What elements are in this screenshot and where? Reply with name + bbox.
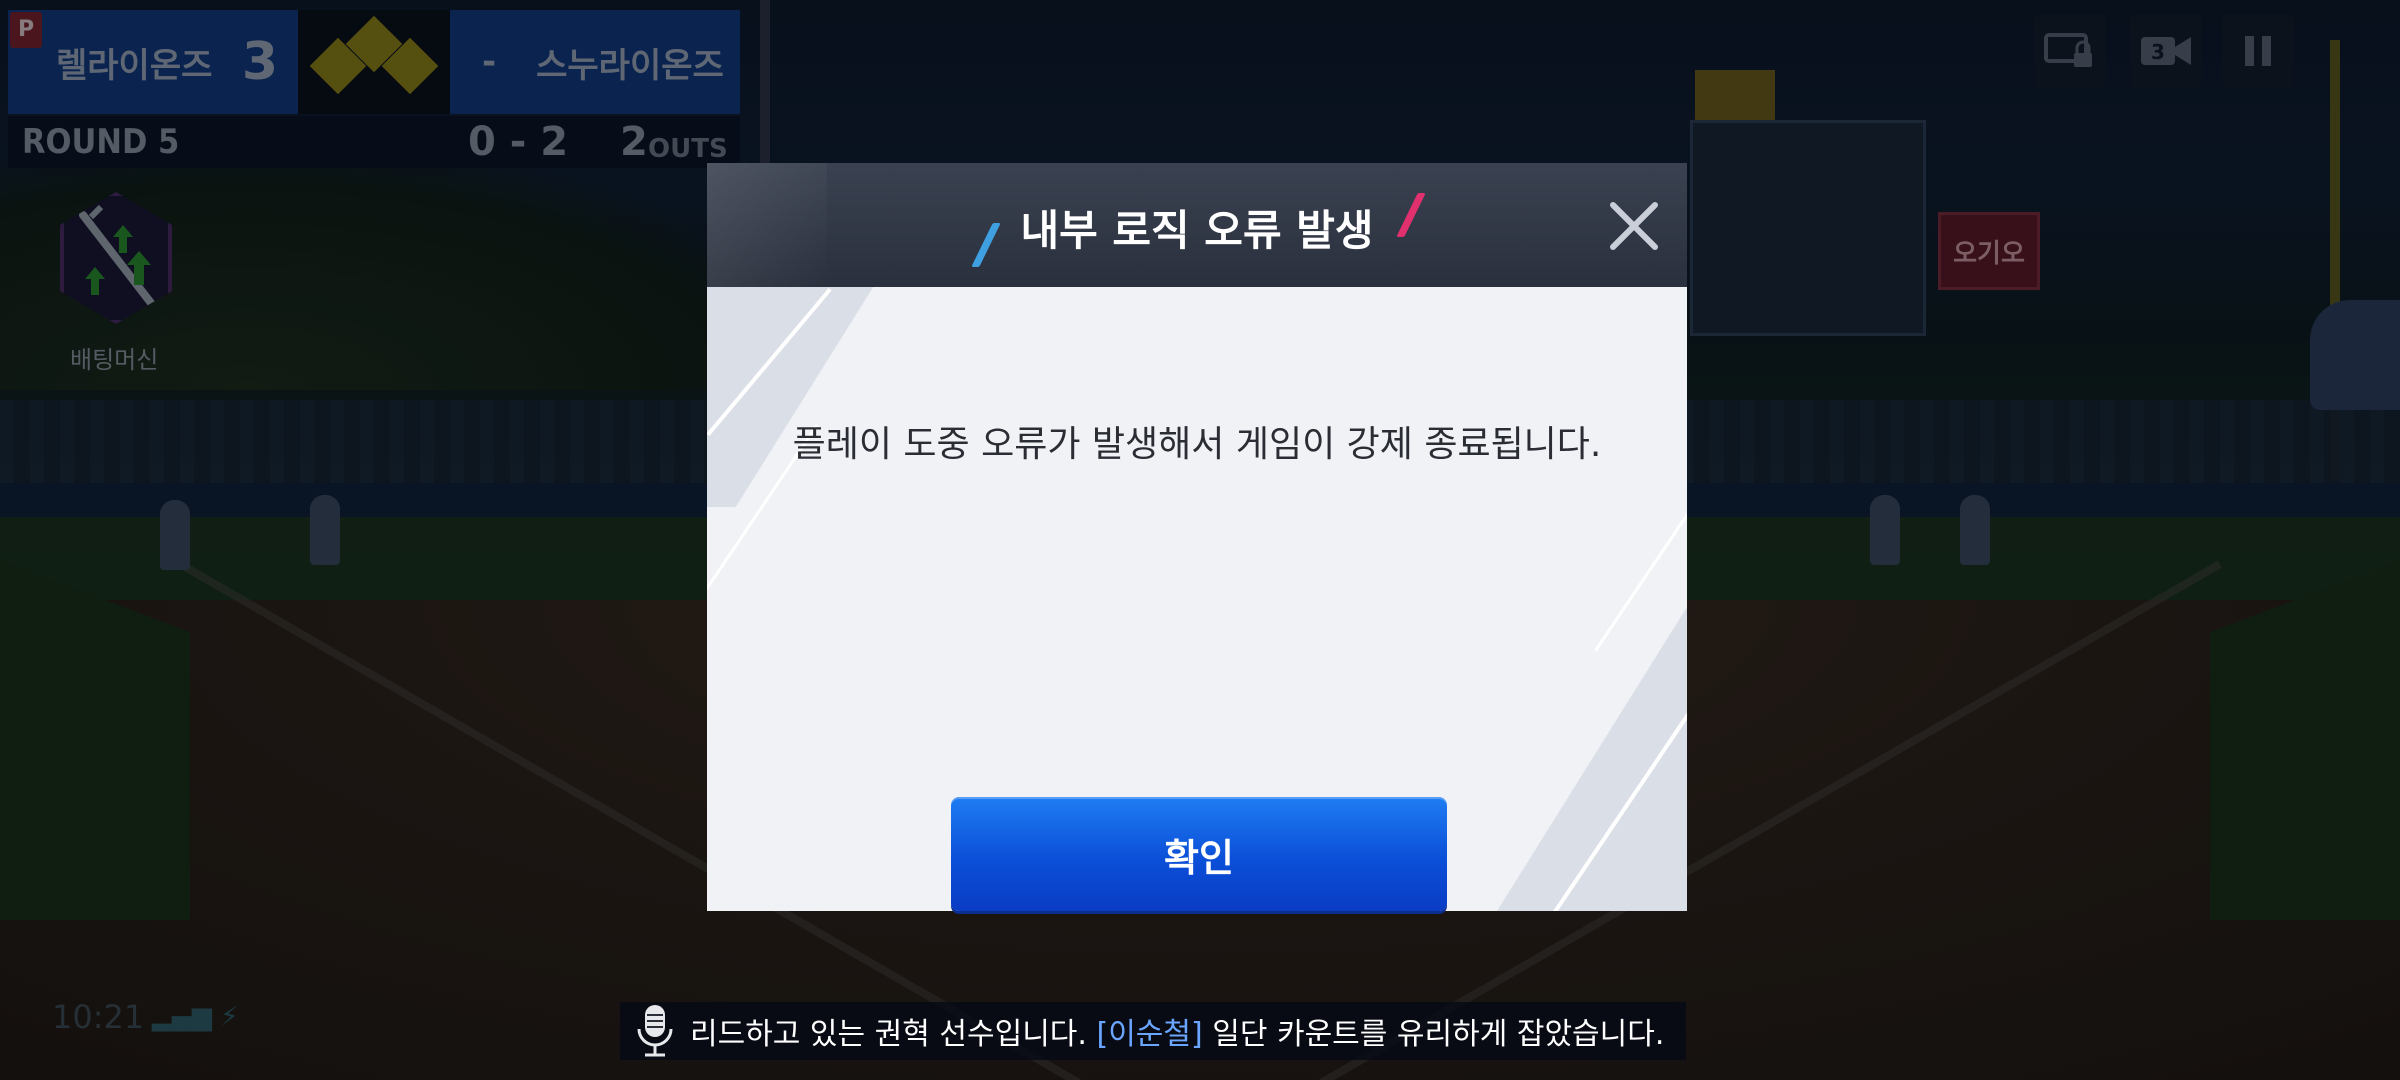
confirm-button[interactable]: 확인	[951, 797, 1447, 911]
error-dialog: 내부 로직 오류 발생 플레이 도중 오류가 발생해서 게임이 강제 종료됩니다…	[707, 163, 1687, 911]
dialog-header: 내부 로직 오류 발생	[707, 163, 1687, 287]
commentary-text: 리드하고 있는 권혁 선수입니다. [이순철] 일단 카운트를 유리하게 잡았습…	[690, 1009, 1664, 1053]
confirm-button-label: 확인	[1164, 835, 1234, 880]
close-button[interactable]	[1607, 199, 1661, 253]
dialog-message: 플레이 도중 오류가 발생해서 게임이 강제 종료됩니다.	[792, 424, 1602, 465]
close-icon	[1610, 202, 1658, 250]
dialog-title: 내부 로직 오류 발생	[1020, 206, 1374, 255]
commentary-bar: 리드하고 있는 권혁 선수입니다. [이순철] 일단 카운트를 유리하게 잡았습…	[620, 1002, 1686, 1060]
commentary-text-before: 리드하고 있는 권혁 선수입니다.	[690, 1017, 1097, 1052]
microphone-icon	[620, 1002, 690, 1060]
commentator-name: [이순철]	[1096, 1017, 1203, 1052]
body-deco-stripe	[1474, 587, 1687, 911]
commentary-text-after: 일단 카운트를 유리하게 잡았습니다.	[1202, 1017, 1665, 1052]
